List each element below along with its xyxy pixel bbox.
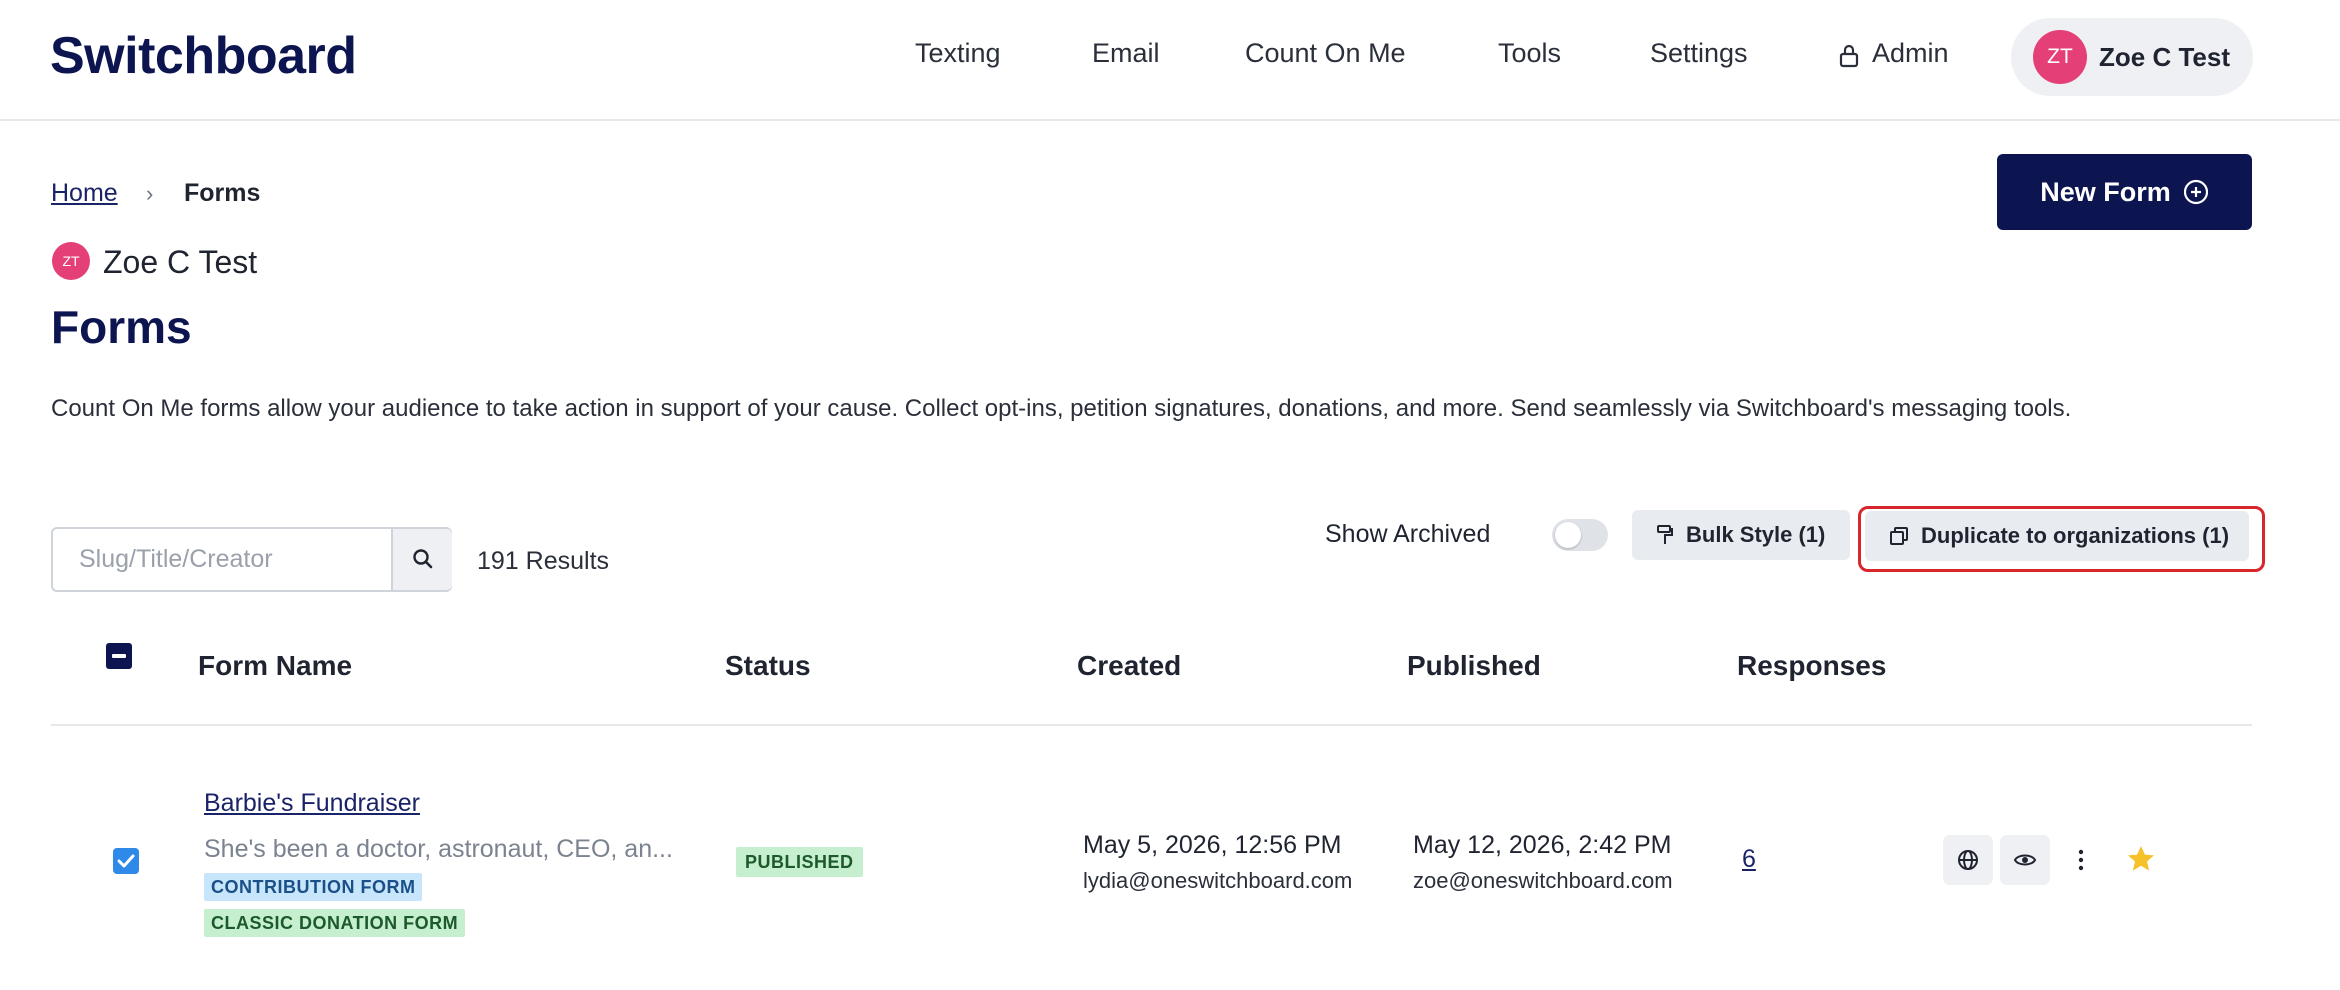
table-divider <box>51 724 2252 726</box>
nav-count-on-me[interactable]: Count On Me <box>1245 38 1406 69</box>
created-date: May 5, 2026, 12:56 PM <box>1083 831 1342 859</box>
bulk-style-label: Bulk Style (1) <box>1686 522 1826 547</box>
nav-texting[interactable]: Texting <box>915 38 1001 69</box>
plus-circle-icon <box>2183 179 2208 205</box>
form-type-tag: CONTRIBUTION FORM <box>204 873 423 901</box>
show-archived-label: Show Archived <box>1325 520 1491 548</box>
avatar: ZT <box>2033 30 2087 84</box>
results-count: 191 Results <box>477 547 610 575</box>
column-published[interactable]: Published <box>1407 650 1541 682</box>
form-subtitle: She's been a doctor, astronaut, CEO, an.… <box>204 835 673 863</box>
top-nav-bar: Switchboard Texting Email Count On Me To… <box>0 0 2340 121</box>
show-archived-toggle[interactable] <box>1552 519 1608 551</box>
column-form-name[interactable]: Form Name <box>198 650 352 682</box>
created-by: lydia@oneswitchboard.com <box>1083 868 1353 893</box>
page-description: Count On Me forms allow your audience to… <box>51 395 2072 422</box>
favorite-star-icon[interactable] <box>2125 843 2157 875</box>
column-created[interactable]: Created <box>1077 650 1181 682</box>
row-checkbox[interactable] <box>113 848 139 874</box>
search-icon <box>413 549 433 569</box>
more-options-icon[interactable] <box>2076 846 2086 874</box>
copy-icon <box>1890 527 1908 545</box>
nav-settings[interactable]: Settings <box>1650 38 1748 69</box>
responses-link[interactable]: 6 <box>1742 845 1756 874</box>
lock-icon <box>1839 44 1859 68</box>
select-all-checkbox[interactable] <box>106 643 132 669</box>
eye-icon <box>2013 854 2037 866</box>
org-name: Zoe C Test <box>103 244 258 280</box>
page-title: Forms <box>51 301 192 353</box>
nav-tools[interactable]: Tools <box>1498 38 1561 69</box>
globe-icon <box>1958 850 1978 870</box>
paint-roller-icon <box>1657 525 1673 544</box>
nav-admin[interactable]: Admin <box>1872 38 1949 69</box>
org-avatar: ZT <box>52 242 90 280</box>
nav-email[interactable]: Email <box>1092 38 1160 69</box>
status-badge: PUBLISHED <box>736 847 863 877</box>
form-name-link[interactable]: Barbie's Fundraiser <box>204 789 420 818</box>
new-form-label: New Form <box>2040 176 2171 207</box>
view-live-button[interactable] <box>1943 835 1993 885</box>
breadcrumb-separator: › <box>146 181 154 206</box>
user-menu[interactable]: ZT Zoe C Test <box>2011 18 2253 96</box>
switchboard-logo[interactable]: Switchboard <box>50 26 357 86</box>
form-template-tag: CLASSIC DONATION FORM <box>204 909 466 937</box>
breadcrumb-current: Forms <box>184 179 261 207</box>
check-icon <box>117 854 135 868</box>
column-responses[interactable]: Responses <box>1737 650 1886 682</box>
user-name: Zoe C Test <box>2099 42 2230 72</box>
search-button[interactable] <box>391 529 452 590</box>
new-form-button[interactable]: New Form <box>1997 154 2252 230</box>
search-input[interactable] <box>53 529 391 590</box>
toggle-knob <box>1555 522 1581 548</box>
duplicate-to-organizations-button[interactable]: Duplicate to organizations (1) <box>1865 511 2249 561</box>
breadcrumb-home[interactable]: Home <box>51 179 118 208</box>
search-box <box>51 527 452 592</box>
published-by: zoe@oneswitchboard.com <box>1413 868 1673 893</box>
column-status[interactable]: Status <box>725 650 811 682</box>
published-date: May 12, 2026, 2:42 PM <box>1413 831 1672 859</box>
bulk-style-button[interactable]: Bulk Style (1) <box>1632 510 1850 560</box>
preview-button[interactable] <box>2000 835 2050 885</box>
duplicate-label: Duplicate to organizations (1) <box>1921 523 2230 548</box>
